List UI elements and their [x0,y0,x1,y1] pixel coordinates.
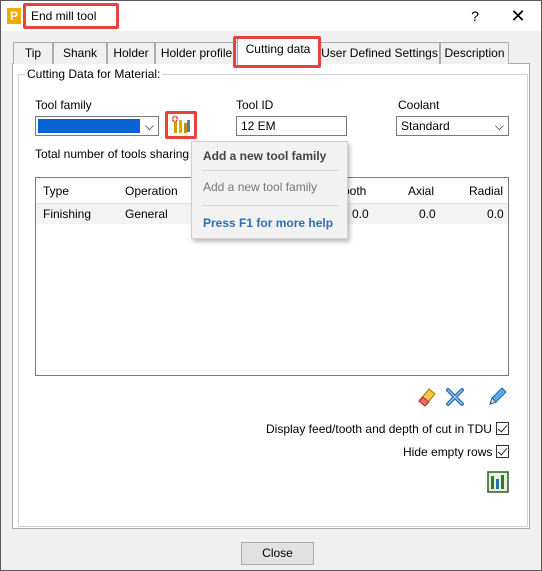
coolant-value: Standard [401,119,450,133]
display-feed-checkbox[interactable] [496,422,509,435]
tool-family-label: Tool family [35,98,92,112]
cell-type: Finishing [43,207,92,221]
column-header-operation[interactable]: Operation [125,178,178,204]
menu-item-add-tool-family[interactable]: Add a new tool family [203,180,317,194]
tab-holder[interactable]: Holder [107,42,155,64]
menu-separator [202,205,339,206]
end-mill-tool-dialog: P End mill tool ? ✕ Tip Shank Holder Hol… [0,0,542,571]
window-title: End mill tool [31,9,97,23]
tool-database-icon [487,471,509,493]
tab-user-defined-settings[interactable]: User Defined Settings [319,42,440,64]
menu-separator [202,170,339,171]
chevron-down-icon: ⌵ [494,119,504,133]
tab-description[interactable]: Description [440,42,509,64]
hide-empty-rows-checkbox[interactable] [496,445,509,458]
group-label: Cutting Data for Material: [25,67,163,81]
hide-empty-rows-label: Hide empty rows [403,445,493,459]
tool-family-icon [171,115,190,133]
cell-operation: General [125,207,168,221]
delete-icon [446,388,464,406]
tool-database-button[interactable] [487,471,509,493]
coolant-label: Coolant [398,98,440,112]
title-bar: P End mill tool ? ✕ [1,1,541,31]
edit-pencil-icon [489,387,507,405]
tool-family-menu: Add a new tool family Add a new tool fam… [191,141,348,239]
menu-help-link[interactable]: Press F1 for more help [203,216,333,230]
tool-family-select[interactable]: ⌵ [35,116,159,136]
tool-id-input[interactable]: 12 EM [236,116,347,136]
help-button[interactable]: ? [463,5,487,27]
column-header-radial[interactable]: Radial [469,178,503,204]
menu-title: Add a new tool family [203,149,327,163]
app-icon: P [7,8,21,24]
add-tool-family-button[interactable] [165,111,197,139]
close-button[interactable]: Close [241,542,314,565]
tab-shank[interactable]: Shank [53,42,107,64]
tools-sharing-label: Total number of tools sharing [35,147,190,161]
chevron-down-icon: ⌵ [144,119,154,133]
tool-id-label: Tool ID [236,98,274,112]
eraser-icon [418,388,436,407]
column-header-axial[interactable]: Axial [408,178,434,204]
cell-radial: 0.0 [487,207,504,221]
tool-family-selection [38,119,140,133]
cell-axial: 0.0 [419,207,436,221]
cell-tooth: 0.0 [352,207,369,221]
edit-button[interactable] [485,385,509,409]
tab-cutting-data[interactable]: Cutting data [237,38,319,65]
clear-button[interactable] [415,385,439,409]
display-feed-label: Display feed/tooth and depth of cut in T… [266,422,492,436]
delete-button[interactable] [443,385,467,409]
tab-holder-profile[interactable]: Holder profile [155,42,238,64]
tab-tip[interactable]: Tip [13,42,53,64]
coolant-select[interactable]: Standard ⌵ [396,116,509,136]
column-header-type[interactable]: Type [43,178,69,204]
close-window-button[interactable]: ✕ [506,5,530,27]
